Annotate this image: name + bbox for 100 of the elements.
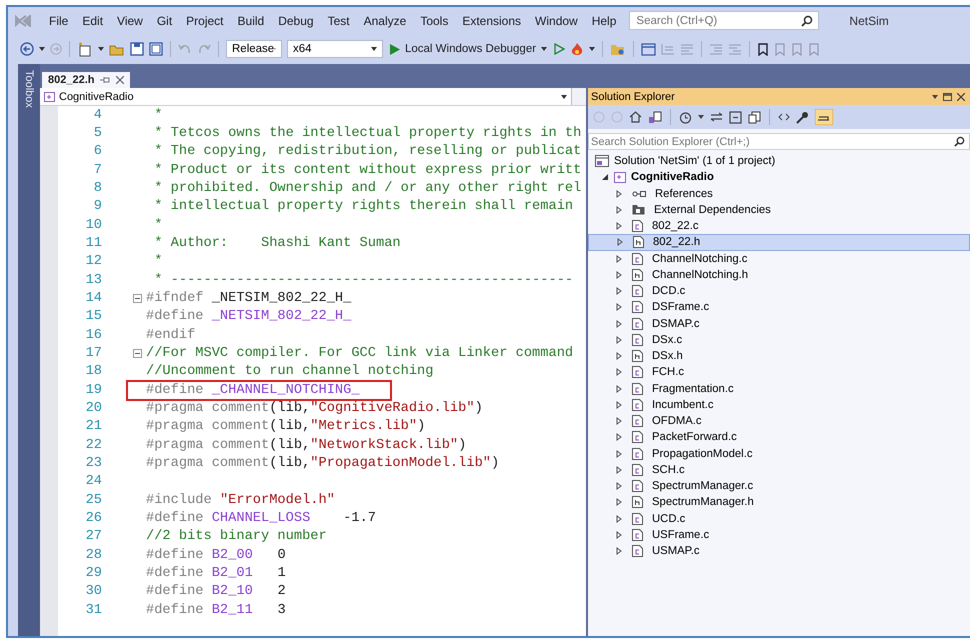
back-icon[interactable]	[20, 42, 34, 56]
save-all-icon[interactable]	[149, 42, 163, 56]
maximize-icon[interactable]	[943, 92, 952, 100]
expand-arrow-icon[interactable]	[615, 530, 623, 539]
tree-item[interactable]: PropagationModel.c	[588, 446, 970, 462]
expand-arrow-icon[interactable]	[615, 400, 623, 409]
tree-item[interactable]: External Dependencies	[588, 202, 970, 218]
tree-item[interactable]: Fragmentation.c	[588, 380, 970, 397]
expand-arrow-icon[interactable]	[615, 190, 623, 198]
menu-item[interactable]: Help	[584, 14, 624, 28]
tree-item[interactable]: 802_22.h	[588, 234, 970, 250]
tree-item[interactable]: SpectrumManager.c	[588, 478, 970, 494]
pin-icon[interactable]	[100, 76, 110, 84]
folder-icon[interactable]	[109, 42, 125, 56]
expand-arrow-icon[interactable]	[615, 514, 623, 523]
menu-item[interactable]: Edit	[75, 14, 110, 28]
dropdown-arrow-icon[interactable]	[98, 47, 104, 51]
tree-item[interactable]: UCD.c	[588, 510, 970, 527]
tree-item[interactable]: SpectrumManager.h	[588, 494, 970, 510]
menu-item[interactable]: Build	[230, 14, 272, 28]
sync-icon[interactable]	[710, 112, 723, 122]
expand-arrow-icon[interactable]	[615, 417, 623, 426]
tree-item[interactable]: DSMAP.c	[588, 316, 970, 332]
expand-arrow-icon[interactable]	[615, 352, 623, 360]
close-icon[interactable]	[116, 76, 124, 84]
dropdown-arrow-icon[interactable]	[932, 94, 938, 98]
expand-arrow-icon[interactable]	[615, 433, 623, 442]
dropdown-arrow-icon[interactable]	[39, 47, 45, 51]
tree-item[interactable]: DCD.c	[588, 283, 970, 300]
tree-item[interactable]: FCH.c	[588, 364, 970, 380]
platform-dropdown[interactable]: x64	[287, 40, 383, 58]
play-icon[interactable]	[554, 43, 566, 55]
tree-item[interactable]: SCH.c	[588, 462, 970, 478]
configuration-dropdown[interactable]: Release	[226, 40, 282, 58]
copy-icon[interactable]	[748, 110, 761, 124]
menu-item[interactable]: Git	[150, 14, 180, 28]
search-field[interactable]: Search (Ctrl+Q)	[629, 11, 820, 30]
tree-item[interactable]: 802_22.c	[588, 218, 970, 234]
tree-item[interactable]: DSFrame.c	[588, 299, 970, 316]
expand-arrow-icon[interactable]	[615, 336, 623, 344]
tree-item[interactable]: DSx.c	[588, 332, 970, 348]
home-icon[interactable]	[629, 111, 642, 123]
tree-item[interactable]: USMAP.c	[588, 543, 970, 560]
expand-arrow-icon[interactable]	[615, 287, 623, 296]
tree-item[interactable]: PacketForward.c	[588, 429, 970, 446]
navigation-dropdown[interactable]: CognitiveRadio	[40, 88, 572, 105]
bookmark-icon[interactable]	[757, 42, 770, 56]
run-button[interactable]: Local Windows Debugger	[388, 43, 550, 55]
new-project-icon[interactable]	[77, 42, 93, 56]
expand-arrow-icon[interactable]	[615, 270, 623, 279]
menu-item[interactable]: Window	[528, 14, 585, 28]
expand-arrow-icon[interactable]	[615, 206, 623, 214]
menu-item[interactable]: Extensions	[455, 14, 528, 28]
save-icon[interactable]	[130, 42, 144, 56]
expand-arrow-icon[interactable]	[615, 466, 623, 474]
expand-arrow-icon[interactable]	[615, 254, 623, 263]
collapse-icon[interactable]	[132, 294, 142, 303]
window-icon[interactable]	[641, 42, 656, 56]
expand-arrow-icon[interactable]	[615, 303, 623, 312]
dropdown-arrow-icon[interactable]	[589, 47, 596, 51]
tree-item[interactable]: USFrame.c	[588, 526, 970, 543]
tree-item[interactable]: DSx.h	[588, 348, 970, 364]
collapse-icon[interactable]	[132, 348, 142, 358]
flame-icon[interactable]	[570, 42, 584, 56]
dropdown-arrow-icon[interactable]	[698, 115, 704, 119]
expand-arrow-icon[interactable]	[616, 238, 624, 246]
menu-item[interactable]: Analyze	[356, 14, 414, 28]
expand-arrow-icon[interactable]	[615, 320, 623, 328]
tree-item[interactable]: ChannelNotching.c	[588, 250, 970, 267]
wrench-icon[interactable]	[796, 110, 809, 124]
document-tab[interactable]: 802_22.h	[42, 72, 130, 88]
tree-item[interactable]: ChannelNotching.h	[588, 266, 970, 283]
tree-item[interactable]: OFDMA.c	[588, 413, 970, 430]
collapse-all-icon[interactable]	[729, 110, 742, 124]
folder-search-icon[interactable]	[610, 42, 626, 56]
search-field[interactable]: Search Solution Explorer (Ctrl+;)	[588, 133, 970, 150]
expand-arrow-icon[interactable]	[615, 368, 623, 376]
history-icon[interactable]	[679, 110, 692, 124]
menu-item[interactable]: Project	[179, 14, 231, 28]
tree-item[interactable]: CognitiveRadio	[588, 169, 970, 186]
menu-item[interactable]: View	[110, 14, 150, 28]
tree-item[interactable]: References	[588, 186, 970, 202]
toolbox-tab[interactable]: Toolbox	[23, 70, 35, 108]
code-icon[interactable]	[778, 113, 790, 121]
close-icon[interactable]	[957, 92, 965, 100]
expand-arrow-icon[interactable]	[615, 384, 623, 393]
menu-item[interactable]: Tools	[413, 14, 456, 28]
preview-icon[interactable]	[815, 109, 833, 125]
expand-arrow-icon[interactable]	[601, 173, 609, 182]
expand-arrow-icon[interactable]	[615, 482, 623, 490]
tree-item[interactable]: Incumbent.c	[588, 396, 970, 413]
expand-arrow-icon[interactable]	[615, 222, 623, 230]
menu-item[interactable]: Test	[320, 14, 357, 28]
menu-item[interactable]: Debug	[271, 14, 321, 28]
menu-item[interactable]: File	[42, 14, 76, 28]
switch-views-icon[interactable]	[648, 110, 662, 124]
expand-arrow-icon[interactable]	[615, 498, 623, 506]
tree-item[interactable]: Solution 'NetSim' (1 of 1 project)	[614, 155, 776, 168]
expand-arrow-icon[interactable]	[615, 450, 623, 458]
expand-arrow-icon[interactable]	[615, 547, 623, 556]
